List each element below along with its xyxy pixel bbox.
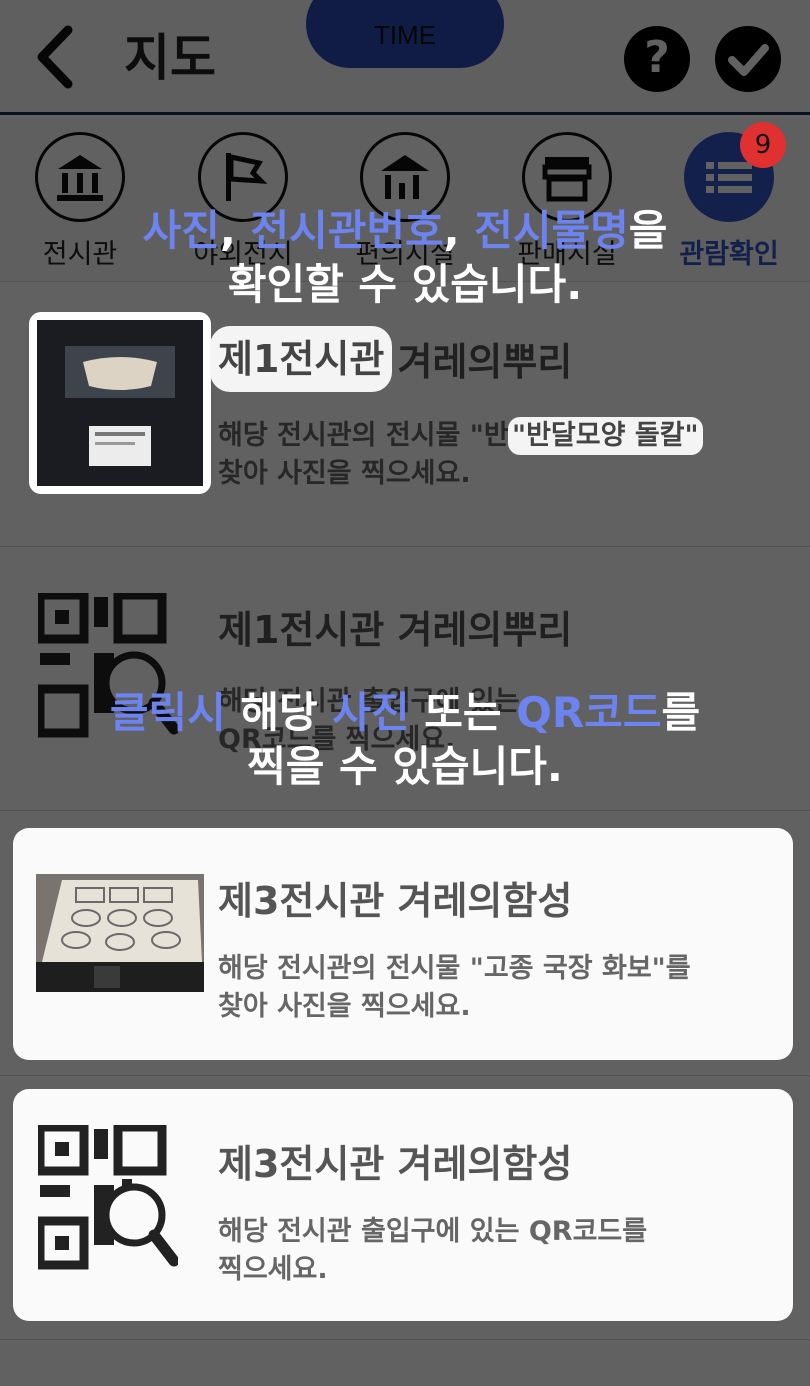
checkmark-icon bbox=[728, 44, 769, 76]
desc-text: 찍으세요. bbox=[218, 1254, 328, 1285]
category-label: 전시관 bbox=[42, 239, 118, 270]
time-button[interactable]: TIME bbox=[306, 0, 504, 68]
item-title: 제3전시관 겨레의함성 bbox=[218, 870, 572, 925]
item-title: 제3전시관 겨레의함성 bbox=[218, 1133, 572, 1188]
chevron-left-icon bbox=[37, 25, 73, 89]
category-label: 관람확인 bbox=[679, 239, 779, 270]
qr-scan-icon[interactable] bbox=[35, 1122, 180, 1279]
store-icon bbox=[522, 132, 612, 222]
category-label: 야외전시 bbox=[193, 239, 293, 270]
hall-number-spotlight: 제1전시관 bbox=[210, 326, 393, 392]
confirm-button[interactable] bbox=[715, 26, 781, 92]
exhibit-name: 겨레의함성 bbox=[397, 879, 573, 923]
museum-icon bbox=[35, 132, 125, 222]
exhibit-photo[interactable] bbox=[37, 320, 203, 486]
category-label: 편의시설 bbox=[355, 239, 455, 270]
exhibit-name: 겨레의뿌리 bbox=[397, 340, 573, 384]
desc-text: 해당 전시관의 전시물 "고종 국장 화보"를 bbox=[218, 953, 691, 984]
help-button[interactable]: ? bbox=[624, 26, 690, 92]
item-description: 해당 전시관 출입구에 있는 QR코드를 찍으세요. bbox=[218, 1213, 778, 1289]
facility-icon bbox=[360, 132, 450, 222]
time-label: TIME bbox=[373, 20, 437, 50]
list-item[interactable]: 제1전시관 겨레의뿌리 해당 전시관 출입구에 있는 QR코드를 찍으세요. bbox=[0, 547, 810, 811]
category-label: 판매시설 bbox=[517, 239, 617, 270]
exhibit-title-spotlight: "반달모양 돌칼" bbox=[508, 417, 703, 455]
category-bar: 전시관 야외전시 편의시설 판매시설 관람확인 bbox=[0, 118, 810, 282]
hall-number: 제1전시관 bbox=[218, 608, 385, 652]
desc-text: 해당 전시관의 전시물 bbox=[218, 420, 470, 451]
photo-spotlight bbox=[29, 312, 211, 494]
category-store[interactable]: 판매시설 bbox=[502, 132, 632, 282]
app-header: 지도 TIME ? bbox=[0, 0, 810, 115]
item-title: 제1전시관 겨레의뿌리 bbox=[218, 599, 572, 654]
question-mark-icon: ? bbox=[644, 32, 670, 83]
desc-text: 찾아 사진을 찍으세요. bbox=[218, 991, 471, 1022]
item-description: 해당 전시관 출입구에 있는 QR코드를 찍으세요. bbox=[218, 686, 520, 755]
flag-icon bbox=[198, 132, 288, 222]
hall-number: 제3전시관 bbox=[218, 1142, 385, 1186]
item-description: 해당 전시관의 전시물 "고종 국장 화보"를 찾아 사진을 찍으세요. bbox=[218, 950, 778, 1026]
category-outdoor[interactable]: 야외전시 bbox=[178, 132, 308, 282]
count-badge: 9 bbox=[740, 122, 786, 168]
desc-text: 찾아 사진을 찍으세요. bbox=[218, 458, 471, 489]
back-button[interactable] bbox=[30, 22, 90, 92]
exhibit-name: 겨레의함성 bbox=[397, 1142, 573, 1186]
desc-text: 해당 전시관 출입구에 있는 QR코드를 bbox=[218, 1216, 648, 1247]
exhibit-photo[interactable] bbox=[36, 874, 204, 992]
exhibit-name: 겨레의뿌리 bbox=[397, 608, 573, 652]
hall-number: 제3전시관 bbox=[218, 879, 385, 923]
qr-scan-icon[interactable] bbox=[35, 590, 180, 747]
category-exhibition-hall[interactable]: 전시관 bbox=[15, 132, 145, 282]
exhibit-card[interactable]: 제3전시관 겨레의함성 해당 전시관의 전시물 "고종 국장 화보"를 찾아 사… bbox=[13, 828, 793, 1060]
page-title: 지도 bbox=[124, 29, 216, 87]
category-facility[interactable]: 편의시설 bbox=[340, 132, 470, 282]
qr-card[interactable]: 제3전시관 겨레의함성 해당 전시관 출입구에 있는 QR코드를 찍으세요. bbox=[13, 1089, 793, 1321]
